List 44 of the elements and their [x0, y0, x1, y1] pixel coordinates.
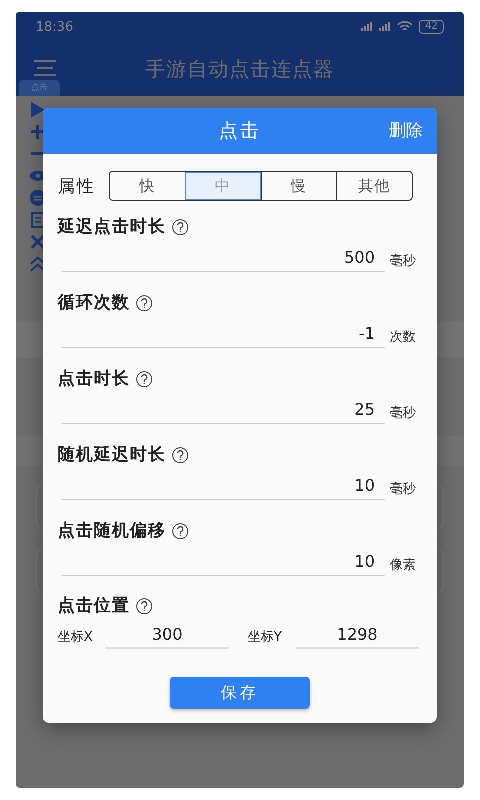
- coordinate-label: 坐标Y: [248, 629, 283, 646]
- unit-label: 毫秒: [390, 406, 416, 422]
- field-label: 循环次数: [58, 292, 130, 314]
- help-icon[interactable]: [172, 446, 189, 464]
- status-time: 18:36: [36, 20, 74, 34]
- input-field[interactable]: 10: [62, 550, 385, 576]
- chevron-up-icon[interactable]: [30, 256, 46, 272]
- signal-icon: [361, 22, 374, 32]
- signal-icon: [379, 22, 392, 32]
- input-field[interactable]: 300: [106, 623, 229, 649]
- input-field[interactable]: 25: [62, 398, 385, 424]
- dialog-title: 点击: [219, 120, 261, 142]
- help-icon[interactable]: [172, 218, 189, 236]
- delete-button[interactable]: 删除: [379, 120, 423, 142]
- app-title: 手游自动点击连点器: [146, 56, 334, 82]
- menu-icon[interactable]: [34, 60, 56, 76]
- unit-label: 毫秒: [390, 482, 416, 498]
- unit-label: 次数: [390, 330, 416, 346]
- help-icon[interactable]: [136, 294, 153, 312]
- input-field[interactable]: 1298: [296, 623, 419, 649]
- play-icon[interactable]: [30, 102, 46, 118]
- field-label: 随机延迟时长: [58, 444, 166, 466]
- unit-label: 毫秒: [390, 254, 416, 270]
- help-icon[interactable]: [136, 598, 153, 614]
- speed-tab[interactable]: 慢: [260, 172, 336, 200]
- save-button[interactable]: 保存: [170, 677, 310, 709]
- help-icon[interactable]: [172, 522, 189, 540]
- unit-label: 像素: [390, 558, 416, 574]
- field-label: 延迟点击时长: [58, 216, 166, 238]
- battery-level: 42: [419, 20, 444, 34]
- speed-tab[interactable]: 快: [110, 172, 185, 200]
- wifi-icon: [397, 21, 414, 33]
- input-field[interactable]: -1: [62, 322, 385, 348]
- input-field[interactable]: 500: [62, 246, 385, 272]
- close-icon[interactable]: [30, 234, 46, 250]
- field-label: 点击位置: [58, 595, 130, 617]
- speed-tab[interactable]: 其他: [336, 172, 412, 200]
- field-label: 点击时长: [58, 368, 130, 390]
- input-field[interactable]: 10: [62, 474, 385, 500]
- field-label: 点击随机偏移: [58, 520, 166, 542]
- plus-icon[interactable]: [30, 124, 46, 140]
- help-icon[interactable]: [136, 370, 153, 388]
- coordinate-label: 坐标X: [58, 629, 94, 646]
- property-label: 属性: [58, 176, 96, 198]
